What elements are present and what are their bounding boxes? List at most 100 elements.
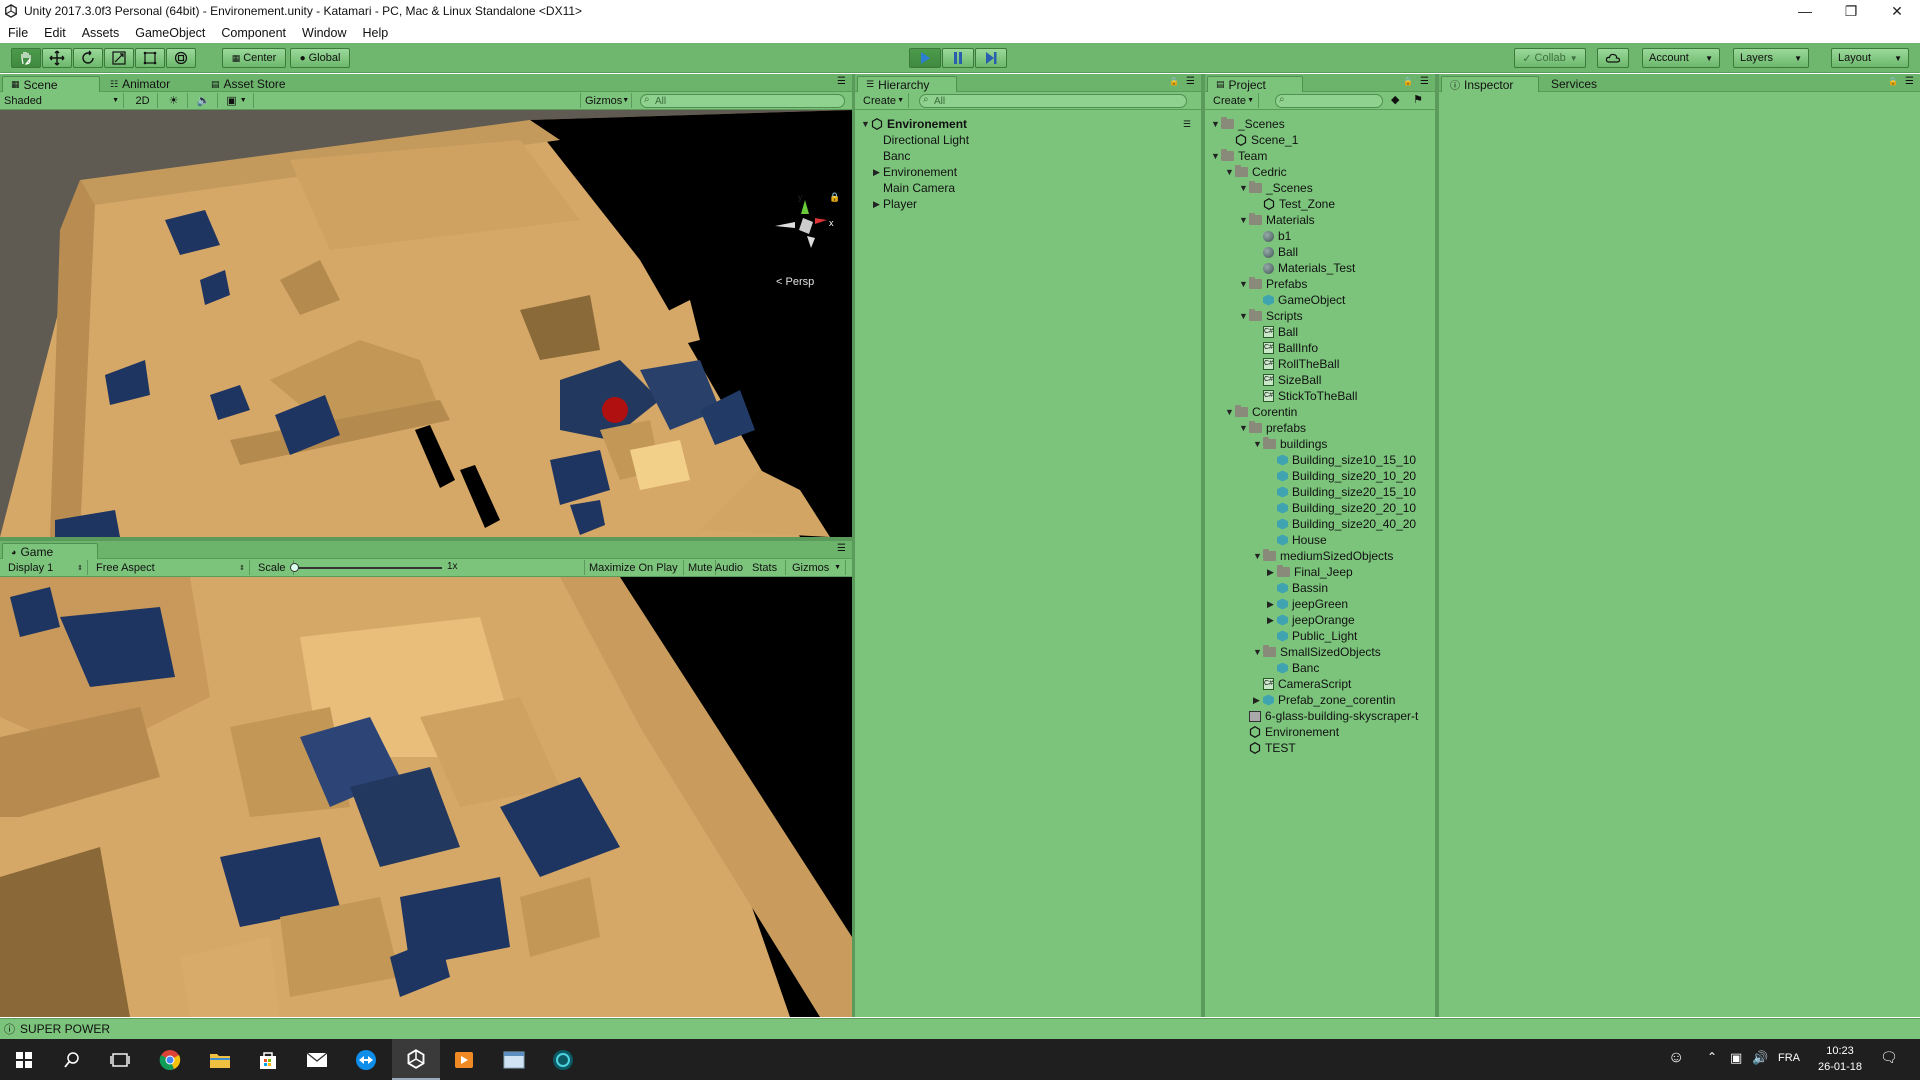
maximize-on-play-toggle[interactable]: Maximize On Play [584,560,684,575]
scale-slider[interactable] [292,567,442,569]
scale-slider-thumb[interactable] [290,563,299,572]
menu-window[interactable]: Window [294,26,354,40]
filter-by-label-icon[interactable]: ⚑ [1413,93,1423,106]
teamviewer-app[interactable] [342,1039,390,1080]
tab-asset-store[interactable]: ▤ Asset Store [203,76,294,92]
close-button[interactable]: ✕ [1874,0,1920,22]
project-item[interactable]: GameObject [1253,292,1345,308]
project-create-dropdown[interactable]: Create ▼ [1209,93,1259,108]
stats-toggle[interactable]: Stats [748,560,786,575]
project-item[interactable]: Public_Light [1267,628,1357,644]
chevron-down-icon[interactable]: ▼ [1239,215,1249,225]
chevron-down-icon[interactable]: ▼ [1239,311,1249,321]
scene-options-icon[interactable]: ☰ [1183,119,1191,130]
menu-edit[interactable]: Edit [36,26,74,40]
project-item[interactable]: Test_Zone [1253,196,1335,212]
menu-component[interactable]: Component [213,26,294,40]
clock[interactable]: 10:23 26-01-18 [1812,1043,1868,1075]
collab-dropdown[interactable]: ✓ Collab ▼ [1514,48,1586,68]
project-item[interactable]: TEST [1239,740,1296,756]
hierarchy-item[interactable]: ▶ Environement [873,164,957,180]
chevron-down-icon[interactable]: ▼ [1253,551,1263,561]
media-app[interactable] [440,1039,488,1080]
store-app[interactable] [244,1039,292,1080]
project-item[interactable]: ▶ Final_Jeep [1267,564,1353,580]
project-item[interactable]: C# StickToTheBall [1253,388,1357,404]
lighting-toggle[interactable]: ☀ [160,93,188,108]
filter-by-type-icon[interactable]: ◆ [1391,93,1399,106]
project-item[interactable]: ▼ Team [1211,148,1267,164]
hierarchy-create-dropdown[interactable]: Create ▼ [859,93,909,108]
panel-divider[interactable] [1435,74,1439,1017]
chevron-up-icon[interactable]: ⌃ [1707,1050,1717,1064]
project-item[interactable]: ▼ Materials [1239,212,1315,228]
chevron-right-icon[interactable]: ▶ [873,199,883,210]
project-item[interactable]: Materials_Test [1253,260,1355,276]
project-item[interactable]: Building_size10_15_10 [1267,452,1416,468]
project-item[interactable]: ▼ SmallSizedObjects [1253,644,1381,660]
scene-search-input[interactable]: All [640,94,845,108]
transform-tool-button[interactable] [166,48,196,68]
project-item[interactable]: House [1267,532,1327,548]
chevron-down-icon[interactable]: ▼ [1253,647,1263,657]
lock-icon[interactable]: 🔒 [1888,77,1898,86]
task-view-button[interactable] [96,1039,144,1080]
project-item[interactable]: C# Ball [1253,324,1298,340]
chevron-right-icon[interactable]: ▶ [873,167,883,178]
move-tool-button[interactable] [42,48,72,68]
hierarchy-item[interactable]: Main Camera [873,180,955,196]
pivot-global-button[interactable]: ● Global [290,48,350,68]
project-item[interactable]: ▶ jeepOrange [1267,612,1355,628]
pause-button[interactable] [942,48,974,68]
project-item[interactable]: Building_size20_40_20 [1267,516,1416,532]
project-item[interactable]: Ball [1253,244,1298,260]
chevron-right-icon[interactable]: ▶ [1267,567,1277,578]
project-item[interactable]: ▼ prefabs [1239,420,1306,436]
hierarchy-item[interactable]: Banc [873,148,910,164]
panel-divider[interactable] [852,74,855,1017]
display-dropdown[interactable]: Display 1 ⇕ [4,560,88,575]
project-item[interactable]: Banc [1267,660,1319,676]
play-button[interactable] [909,48,941,68]
cloud-button[interactable] [1597,48,1629,68]
restore-button[interactable]: ❐ [1828,0,1874,22]
hierarchy-item[interactable]: ▶ Player [873,196,917,212]
rect-tool-button[interactable] [135,48,165,68]
project-item[interactable]: ▼ Corentin [1225,404,1297,420]
chevron-down-icon[interactable]: ▼ [1211,151,1221,161]
chevron-right-icon[interactable]: ▶ [1267,599,1277,610]
layers-dropdown[interactable]: Layers ▼ [1733,48,1809,68]
project-item[interactable]: Scene_1 [1225,132,1298,148]
panel-menu-icon[interactable]: ☰ [1420,76,1429,87]
rotate-tool-button[interactable] [73,48,103,68]
shading-mode-dropdown[interactable]: Shaded ▼ [0,93,124,108]
project-item[interactable]: Building_size20_15_10 [1267,484,1416,500]
2d-toggle[interactable]: 2D [128,93,158,108]
menu-gameobject[interactable]: GameObject [127,26,213,40]
volume-icon[interactable]: 🔊 [1752,1050,1768,1066]
notification-icon[interactable]: 🗨 [1880,1049,1898,1066]
project-item[interactable]: Building_size20_10_20 [1267,468,1416,484]
scale-tool-button[interactable] [104,48,134,68]
chevron-down-icon[interactable]: ▼ [1239,279,1249,289]
project-item[interactable]: ▼ Scripts [1239,308,1303,324]
chevron-down-icon[interactable]: ▼ [1239,183,1249,193]
mute-audio-toggle[interactable]: Mute Audio [684,560,743,575]
chevron-down-icon[interactable]: ▼ [1211,119,1221,129]
project-item[interactable]: C# SizeBall [1253,372,1321,388]
project-item[interactable]: b1 [1253,228,1291,244]
panel-menu-icon[interactable]: ☰ [1905,76,1914,87]
project-item[interactable]: Building_size20_20_10 [1267,500,1416,516]
tool-app[interactable] [539,1039,587,1080]
tab-inspector[interactable]: ⓘ Inspector [1441,76,1539,92]
lock-icon[interactable]: 🔒 [829,192,840,203]
audio-toggle[interactable]: 🔈 [190,93,218,108]
project-item[interactable]: 6-glass-building-skyscraper-t [1239,708,1418,724]
tab-project[interactable]: ▤ Project [1207,76,1303,92]
chevron-down-icon[interactable]: ▼ [861,119,871,129]
panel-divider[interactable] [0,537,852,541]
pivot-center-button[interactable]: ▦ Center [222,48,286,68]
file-explorer-app[interactable] [196,1039,244,1080]
lock-icon[interactable]: 🔒 [1169,77,1179,86]
hand-tool-button[interactable] [11,48,41,68]
